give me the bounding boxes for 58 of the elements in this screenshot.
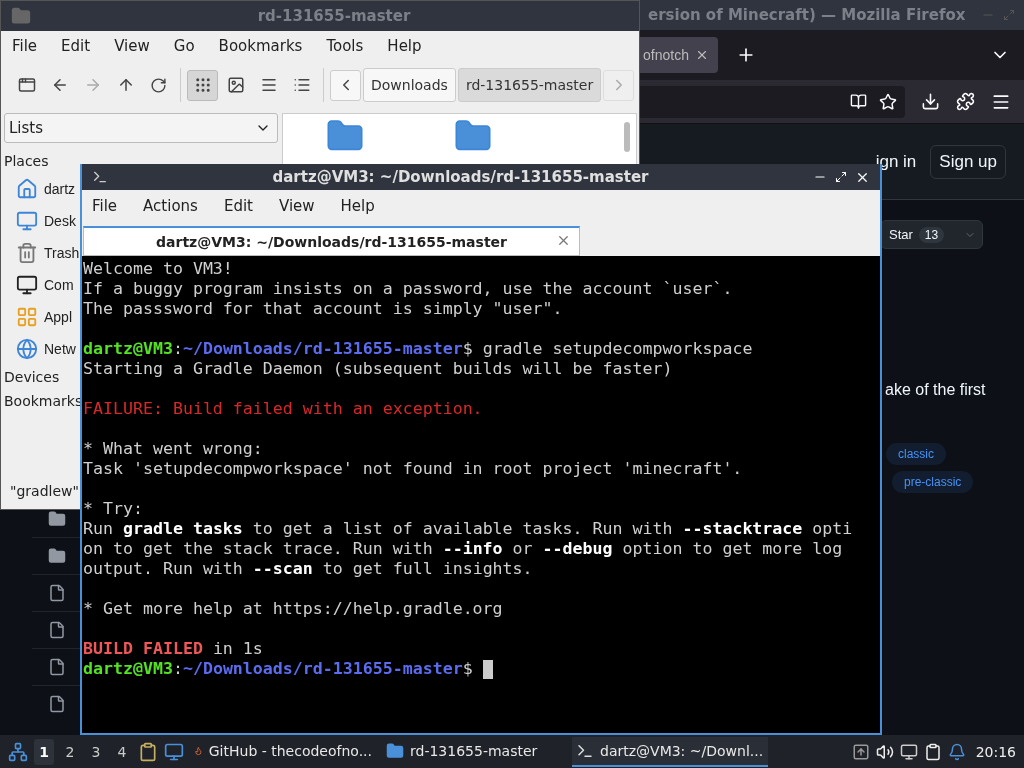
terminal-line: Run gradle tasks to get a list of available tasks. Run with --stacktrace opti — [83, 519, 853, 539]
terminal-line: If a buggy program insists on a password, use the account `user`. — [83, 279, 733, 299]
terminal-line: Starting a Gradle Daemon (subsequent builds will be faster) — [83, 359, 673, 379]
menu-item[interactable]: Edit — [61, 37, 91, 55]
repository-description: ake of the first — [885, 381, 986, 399]
menu-item[interactable]: File — [12, 37, 38, 55]
task-button[interactable]: GitHub - thecodeofno... — [190, 736, 376, 767]
workspace-button[interactable]: 2 — [60, 738, 80, 765]
terminal-line: dartz@VM3:~/Downloads/rd-131655-master$ gradle setupdecompworkspace — [83, 339, 753, 359]
terminal-line: BUILD FAILED in 1s — [83, 639, 263, 659]
workspace-button[interactable]: 3 — [86, 738, 106, 765]
menu-item[interactable]: Bookmarks — [218, 37, 303, 55]
place-item[interactable]: Desk — [4, 205, 76, 237]
file-manager-title-bar: rd-131655-master — [1, 1, 639, 31]
menu-item[interactable]: Tools — [326, 37, 364, 55]
terminal-line: on to get the stack trace. Run with --info or --debug option to get more log — [83, 539, 843, 559]
place-item[interactable]: dartz — [4, 173, 76, 205]
menu-item[interactable]: File — [92, 197, 118, 215]
task-button[interactable]: dartz@VM3: ~/Downl... — [572, 736, 768, 767]
star-button[interactable]: Star 13 — [880, 220, 984, 249]
terminal-line: FAILURE: Build failed with an exception. — [83, 399, 483, 419]
browser-tab[interactable]: ofnotch — [640, 37, 718, 73]
place-item[interactable]: Com — [4, 269, 74, 301]
terminal-line: output. Run with --scan to get full insights. — [83, 559, 533, 579]
star-count: 13 — [918, 226, 945, 243]
menu-item[interactable]: View — [278, 197, 315, 215]
terminal-tab[interactable]: dartz@VM3: ~/Downloads/rd-131655-master — [83, 226, 580, 256]
terminal-line: Task 'setupdecompworkspace' not found in root project 'minecraft'. — [83, 459, 743, 479]
sign-up-button[interactable]: Sign up — [930, 144, 1006, 179]
terminal-line: The passsword for that account is simply "user". — [83, 299, 563, 319]
terminal-line: dartz@VM3:~/Downloads/rd-131655-master$ — [83, 659, 474, 679]
menu-item[interactable]: Edit — [223, 197, 253, 215]
terminal-line: * Get more help at https://help.gradle.org — [83, 599, 503, 619]
section-label: Bookmarks — [4, 393, 83, 411]
place-item[interactable]: Netw — [4, 333, 76, 365]
terminal-line: Welcome to VM3! — [83, 259, 233, 279]
workspace-button[interactable]: 1 — [34, 738, 54, 765]
menu-item[interactable]: View — [114, 37, 150, 55]
section-label: Devices — [4, 369, 60, 387]
path-button[interactable]: Downloads — [363, 68, 456, 102]
menu-item[interactable]: Go — [173, 37, 195, 55]
status-text: "gradlew" — [9, 483, 79, 501]
section-label: Places — [4, 153, 49, 171]
side-pane-dropdown[interactable]: Lists — [4, 113, 278, 143]
workspace-button[interactable]: 4 — [112, 738, 132, 765]
topic-tag[interactable]: pre-classic — [892, 471, 974, 493]
menu-item[interactable]: Help — [387, 37, 422, 55]
task-button[interactable]: rd-131655-master — [382, 736, 566, 767]
topic-tag[interactable]: classic — [886, 443, 946, 465]
terminal-line: * Try: — [83, 499, 143, 519]
place-item[interactable]: Appl — [4, 301, 73, 333]
terminal-line: * What went wrong: — [83, 439, 263, 459]
place-item[interactable]: Trash — [4, 237, 80, 269]
clock[interactable]: 20:16 — [975, 743, 1016, 760]
menu-item[interactable]: Help — [340, 197, 375, 215]
menu-item[interactable]: Actions — [143, 197, 198, 215]
terminal-title-bar: dartz@VM3: ~/Downloads/rd-131655-master — [82, 164, 880, 190]
path-button[interactable]: rd-131655-master — [457, 68, 602, 102]
